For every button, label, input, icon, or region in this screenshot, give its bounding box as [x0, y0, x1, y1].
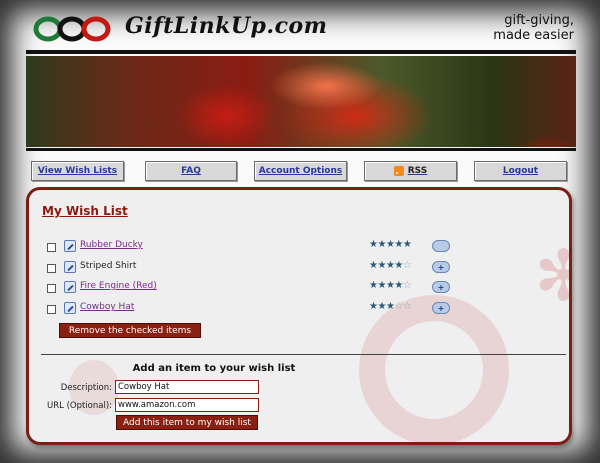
wish-list-item: Cowboy Hat ★★★☆☆ +: [44, 301, 464, 317]
site-name: GiftLinkUp.com: [125, 13, 328, 39]
wish-list-panel: ✻ My Wish List Rubber Ducky ★★★★★ Stripe…: [26, 187, 572, 445]
section-divider: [41, 354, 566, 355]
item-name-link[interactable]: Rubber Ducky: [80, 240, 143, 250]
star-empty-icon[interactable]: ☆: [403, 301, 412, 312]
edit-icon[interactable]: [64, 281, 76, 293]
description-label: Description:: [60, 383, 112, 393]
nav-view-wish-lists[interactable]: View Wish Lists: [31, 161, 124, 181]
gift-banner-image: [26, 56, 576, 147]
edit-icon[interactable]: [64, 240, 76, 252]
star-filled-icon[interactable]: ★: [377, 280, 386, 291]
nav-logout[interactable]: Logout: [474, 161, 567, 181]
banner-rule: [26, 148, 576, 151]
nav-account-options-label: Account Options: [258, 166, 343, 176]
item-name-link[interactable]: Fire Engine (Red): [80, 281, 157, 291]
wish-list-title: My Wish List: [42, 204, 128, 218]
nav-faq[interactable]: FAQ: [145, 161, 237, 181]
star-empty-icon[interactable]: ☆: [394, 301, 403, 312]
add-comment-icon[interactable]: +: [432, 261, 450, 273]
star-rating: ★★★★★: [369, 239, 412, 250]
item-checkbox[interactable]: [47, 305, 56, 314]
item-checkbox[interactable]: [47, 243, 56, 252]
star-filled-icon[interactable]: ★: [394, 260, 403, 271]
snowflake-watermark: ✻: [534, 235, 569, 317]
edit-icon[interactable]: [64, 302, 76, 314]
remove-checked-button[interactable]: Remove the checked items: [59, 323, 201, 338]
edit-icon[interactable]: [64, 261, 76, 273]
wish-list-item: Fire Engine (Red) ★★★★☆ +: [44, 280, 464, 296]
star-filled-icon[interactable]: ★: [377, 239, 386, 250]
url-input[interactable]: [115, 398, 259, 412]
star-empty-icon[interactable]: ☆: [403, 280, 412, 291]
site-logo: [33, 16, 111, 42]
rss-icon: [393, 166, 404, 176]
wish-list-item: Striped Shirt ★★★★☆ +: [44, 260, 464, 276]
tagline-line-1: gift-giving,: [504, 13, 574, 28]
nav-faq-label: FAQ: [181, 166, 201, 176]
item-checkbox[interactable]: [47, 264, 56, 273]
star-filled-icon[interactable]: ★: [377, 260, 386, 271]
add-item-heading: Add an item to your wish list: [132, 363, 296, 374]
tagline: gift-giving, made easier: [493, 13, 574, 43]
star-filled-icon[interactable]: ★: [394, 280, 403, 291]
page-frame: GiftLinkUp.com gift-giving, made easier …: [0, 0, 600, 463]
star-rating: ★★★★☆: [369, 280, 412, 291]
tagline-line-2: made easier: [493, 28, 574, 43]
description-input[interactable]: [115, 380, 259, 394]
url-label: URL (Optional):: [47, 401, 112, 411]
nav-rss-label: RSS: [407, 166, 428, 176]
speech-bubble-icon[interactable]: [432, 240, 450, 252]
nav-view-wish-lists-label: View Wish Lists: [37, 166, 118, 176]
add-comment-icon[interactable]: +: [432, 281, 450, 293]
star-filled-icon[interactable]: ★: [377, 301, 386, 312]
item-name: Striped Shirt: [80, 261, 137, 271]
star-empty-icon[interactable]: ☆: [403, 260, 412, 271]
add-item-button[interactable]: Add this item to my wish list: [116, 415, 258, 430]
nav-rss[interactable]: RSS: [364, 161, 457, 181]
star-rating: ★★★★☆: [369, 260, 412, 271]
nav-account-options[interactable]: Account Options: [254, 161, 347, 181]
star-filled-icon[interactable]: ★: [403, 239, 412, 250]
wish-list-item: Rubber Ducky ★★★★★: [44, 239, 464, 255]
add-comment-icon[interactable]: +: [432, 302, 450, 314]
header-rule: [26, 50, 576, 54]
star-filled-icon[interactable]: ★: [394, 239, 403, 250]
nav-logout-label: Logout: [502, 166, 539, 176]
item-name-link[interactable]: Cowboy Hat: [80, 302, 134, 312]
star-rating: ★★★☆☆: [369, 301, 412, 312]
item-checkbox[interactable]: [47, 284, 56, 293]
